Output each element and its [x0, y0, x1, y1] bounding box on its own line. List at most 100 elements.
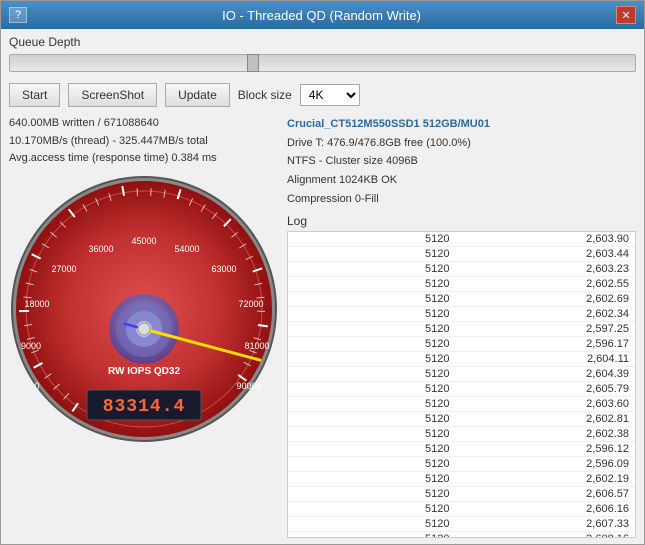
log-col2: 2,602.34: [462, 307, 636, 322]
log-col1: 5120: [288, 412, 462, 427]
update-button[interactable]: Update: [165, 83, 230, 107]
log-row: 51202,607.33: [288, 517, 635, 532]
svg-text:54000: 54000: [174, 244, 199, 254]
stats-line2: 10.170MB/s (thread) - 325.447MB/s total: [9, 133, 217, 151]
log-col1: 5120: [288, 397, 462, 412]
log-col2: 2,603.23: [462, 262, 636, 277]
log-row: 51202,602.81: [288, 412, 635, 427]
log-table-container[interactable]: 51202,603.9051202,603.4451202,603.235120…: [287, 231, 636, 538]
log-label: Log: [287, 214, 636, 228]
log-col1: 5120: [288, 307, 462, 322]
log-row: 51202,602.55: [288, 277, 635, 292]
log-row: 51202,603.44: [288, 247, 635, 262]
block-size-select[interactable]: 4K 8K 16K 32K 64K 128K 256K 512K 1M: [300, 84, 360, 106]
log-row: 51202,606.57: [288, 487, 635, 502]
log-col1: 5120: [288, 262, 462, 277]
log-col2: 2,602.19: [462, 472, 636, 487]
svg-text:0: 0: [34, 381, 39, 391]
svg-text:36000: 36000: [88, 244, 113, 254]
svg-text:9000: 9000: [21, 341, 41, 351]
log-row: 51202,602.34: [288, 307, 635, 322]
log-col2: 2,603.60: [462, 397, 636, 412]
log-col2: 2,596.17: [462, 337, 636, 352]
title-bar: ? IO - Threaded QD (Random Write) ✕: [1, 1, 644, 29]
svg-text:90000: 90000: [236, 381, 261, 391]
device-line4: Alignment 1024KB OK: [287, 171, 636, 190]
log-col1: 5120: [288, 322, 462, 337]
queue-depth-slider[interactable]: [9, 54, 636, 72]
gauge-svg: 0 0 9000 18000 27000 36000 45000 54000 6…: [9, 174, 279, 444]
log-row: 51202,596.09: [288, 457, 635, 472]
svg-text:83314.4: 83314.4: [103, 397, 186, 417]
device-line5: Compression 0-Fill: [287, 190, 636, 209]
log-col1: 5120: [288, 502, 462, 517]
device-name: Crucial_CT512M550SSD1 512GB/MU01: [287, 115, 636, 134]
toolbar: Start ScreenShot Update Block size 4K 8K…: [9, 83, 636, 107]
log-col2: 2,596.09: [462, 457, 636, 472]
log-row: 51202,603.60: [288, 397, 635, 412]
log-col1: 5120: [288, 457, 462, 472]
log-col2: 2,608.16: [462, 532, 636, 538]
log-section: Log 51202,603.9051202,603.4451202,603.23…: [287, 214, 636, 538]
log-col1: 5120: [288, 442, 462, 457]
log-row: 51202,596.12: [288, 442, 635, 457]
close-button[interactable]: ✕: [616, 6, 636, 24]
log-col1: 5120: [288, 382, 462, 397]
log-col2: 2,604.39: [462, 367, 636, 382]
log-col1: 5120: [288, 337, 462, 352]
stats-line1: 640.00MB written / 671088640: [9, 115, 217, 133]
log-col1: 5120: [288, 472, 462, 487]
log-col2: 2,607.33: [462, 517, 636, 532]
log-row: 51202,602.38: [288, 427, 635, 442]
log-col2: 2,603.44: [462, 247, 636, 262]
device-line3: NTFS - Cluster size 4096B: [287, 152, 636, 171]
log-row: 51202,605.79: [288, 382, 635, 397]
log-col2: 2,605.79: [462, 382, 636, 397]
log-col2: 2,596.12: [462, 442, 636, 457]
log-row: 51202,608.16: [288, 532, 635, 538]
queue-depth-section: Queue Depth: [9, 35, 636, 77]
svg-text:27000: 27000: [51, 264, 76, 274]
window-title: IO - Threaded QD (Random Write): [27, 8, 616, 23]
log-col2: 2,602.69: [462, 292, 636, 307]
log-row: 51202,604.11: [288, 352, 635, 367]
log-row: 51202,603.90: [288, 232, 635, 247]
log-col2: 2,603.90: [462, 232, 636, 247]
start-button[interactable]: Start: [9, 83, 60, 107]
log-col2: 2,606.16: [462, 502, 636, 517]
log-col2: 2,597.25: [462, 322, 636, 337]
log-row: 51202,604.39: [288, 367, 635, 382]
gauge-panel: 640.00MB written / 671088640 10.170MB/s …: [9, 115, 279, 538]
log-col1: 5120: [288, 517, 462, 532]
log-col2: 2,606.57: [462, 487, 636, 502]
log-col1: 5120: [288, 487, 462, 502]
svg-text:81000: 81000: [244, 341, 269, 351]
log-row: 51202,602.69: [288, 292, 635, 307]
log-col2: 2,602.55: [462, 277, 636, 292]
svg-text:72000: 72000: [238, 299, 263, 309]
log-col1: 5120: [288, 532, 462, 538]
log-col1: 5120: [288, 247, 462, 262]
log-col2: 2,602.81: [462, 412, 636, 427]
slider-container: [9, 52, 636, 77]
screenshot-button[interactable]: ScreenShot: [68, 83, 157, 107]
log-row: 51202,606.16: [288, 502, 635, 517]
log-col1: 5120: [288, 352, 462, 367]
stats-line3: Avg.access time (response time) 0.384 ms: [9, 150, 217, 168]
help-button[interactable]: ?: [9, 7, 27, 23]
log-row: 51202,597.25: [288, 322, 635, 337]
log-col1: 5120: [288, 277, 462, 292]
main-area: 640.00MB written / 671088640 10.170MB/s …: [9, 115, 636, 538]
svg-text:18000: 18000: [24, 299, 49, 309]
device-line2: Drive T: 476.9/476.8GB free (100.0%): [287, 134, 636, 153]
log-col1: 5120: [288, 232, 462, 247]
log-col1: 5120: [288, 292, 462, 307]
log-table: 51202,603.9051202,603.4451202,603.235120…: [288, 232, 635, 538]
svg-text:45000: 45000: [131, 236, 156, 246]
log-col2: 2,604.11: [462, 352, 636, 367]
svg-text:RW IOPS QD32: RW IOPS QD32: [108, 366, 180, 377]
right-panel: Crucial_CT512M550SSD1 512GB/MU01 Drive T…: [287, 115, 636, 538]
log-row: 51202,602.19: [288, 472, 635, 487]
queue-depth-label: Queue Depth: [9, 35, 636, 49]
gauge-wrapper: 0 0 9000 18000 27000 36000 45000 54000 6…: [9, 174, 279, 444]
